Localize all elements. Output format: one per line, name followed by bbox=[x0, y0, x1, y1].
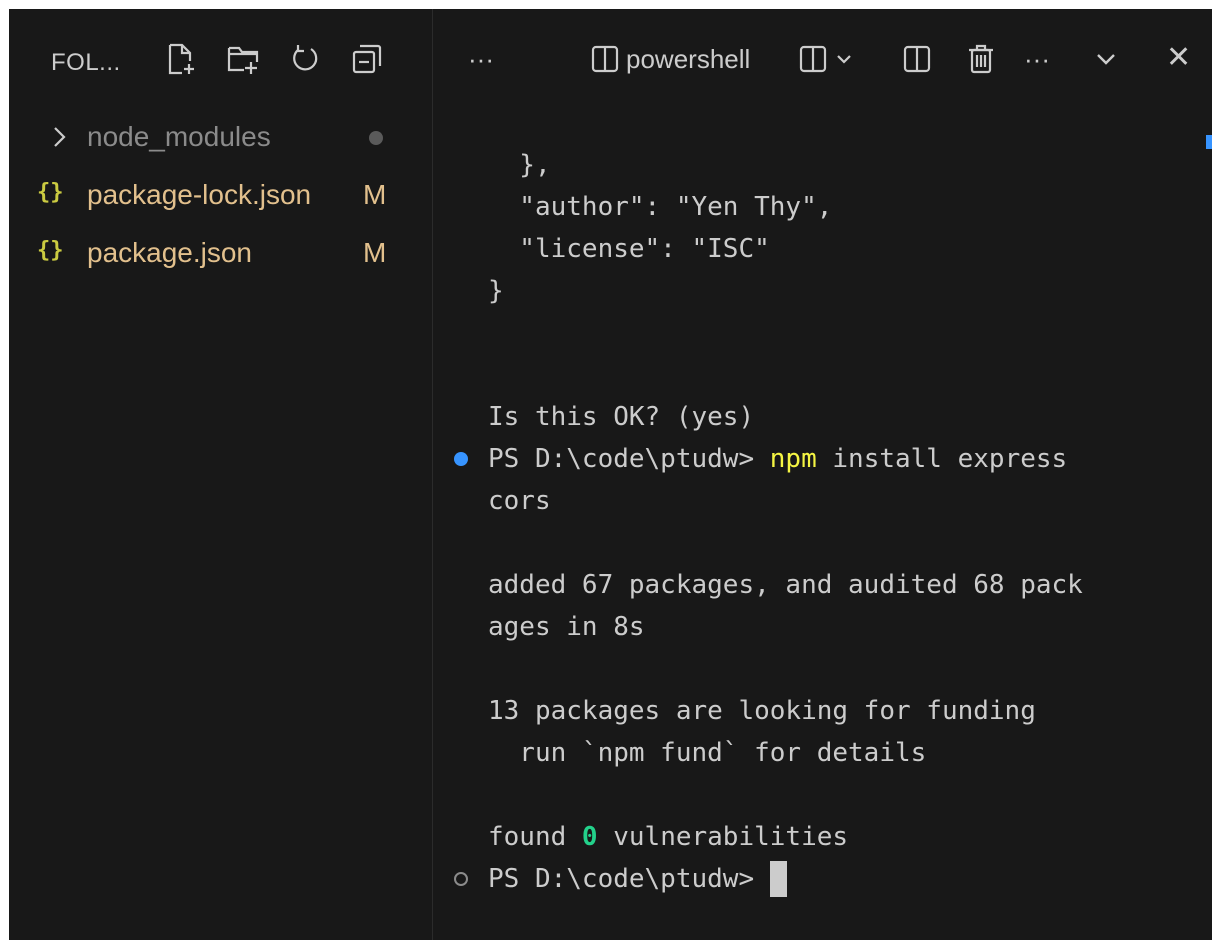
terminal-cursor bbox=[769, 861, 787, 897]
tree-item-package-json[interactable]: {} package.json M bbox=[9, 225, 433, 283]
terminal-line: cors bbox=[488, 486, 551, 516]
command-name: npm bbox=[769, 444, 817, 474]
tree-item-label: package-lock.json bbox=[87, 179, 312, 210]
split-editor-icon bbox=[903, 45, 931, 73]
command-success-dot-icon[interactable] bbox=[454, 452, 468, 466]
more-actions-icon: ··· bbox=[1024, 43, 1050, 74]
terminal-line: run `npm fund` for details bbox=[488, 738, 927, 768]
left-border bbox=[0, 0, 9, 940]
terminal-split-view-icon bbox=[591, 45, 619, 73]
maximize-panel-button[interactable] bbox=[1094, 39, 1118, 79]
file-tree: node_modules {} package-lock.json M {} p… bbox=[9, 109, 433, 283]
explorer-header: FOL... bbox=[9, 9, 433, 105]
found-text: found bbox=[488, 822, 582, 852]
terminal-line: ages in 8s bbox=[488, 612, 645, 642]
terminal-line: Is this OK? (yes) bbox=[488, 402, 755, 432]
command-pending-dot-icon[interactable] bbox=[454, 872, 468, 886]
panel-toolbar: ··· powershell ··· ✕ bbox=[434, 9, 1212, 105]
ignored-dot-icon bbox=[369, 131, 383, 145]
split-terminal-dropdown[interactable] bbox=[798, 39, 854, 79]
panel-more-actions-button[interactable]: ··· bbox=[1024, 39, 1050, 79]
terminal-command-line: PS D:\code\ptudw> npm install express bbox=[488, 441, 1067, 477]
refresh-button[interactable] bbox=[283, 37, 327, 81]
terminal-prompt-line: PS D:\code\ptudw> bbox=[488, 861, 787, 897]
close-panel-button[interactable]: ✕ bbox=[1166, 37, 1191, 77]
chevron-down-icon bbox=[837, 55, 851, 64]
split-terminal-icon bbox=[799, 45, 827, 73]
modified-badge: M bbox=[363, 237, 387, 268]
command-args: install express bbox=[816, 444, 1068, 474]
panel-more-button[interactable]: ··· bbox=[468, 39, 494, 79]
prompt-text: PS D:\code\ptudw> bbox=[488, 864, 770, 894]
tree-item-package-lock-json[interactable]: {} package-lock.json M bbox=[9, 167, 433, 225]
terminal-panel: ··· powershell ··· ✕}, "author": "Yen T… bbox=[434, 9, 1212, 940]
terminal-line: "author": "Yen Thy", bbox=[488, 192, 833, 222]
terminal-vulnerabilities-line: found 0 vulnerabilities bbox=[488, 819, 848, 855]
json-file-icon: {} bbox=[37, 180, 64, 205]
terminal-line: } bbox=[488, 276, 504, 306]
vulnerability-count: 0 bbox=[581, 822, 598, 852]
kill-terminal-button[interactable] bbox=[966, 39, 996, 79]
terminal-name: powershell bbox=[626, 43, 751, 74]
new-folder-icon bbox=[227, 46, 259, 74]
explorer-sidebar: FOL... node_modules {} package-lock.json… bbox=[9, 9, 433, 940]
terminal-output[interactable]: }, "author": "Yen Thy", "license": "ISC"… bbox=[434, 105, 1212, 940]
chevron-down-icon bbox=[1097, 54, 1115, 65]
terminal-line: added 67 packages, and audited 68 pack bbox=[488, 570, 1083, 600]
terminal-tab-powershell[interactable]: powershell bbox=[590, 39, 750, 79]
explorer-actions bbox=[159, 37, 389, 81]
terminal-line: }, bbox=[488, 150, 551, 180]
top-border bbox=[0, 0, 1212, 9]
more-actions-icon: ··· bbox=[468, 43, 494, 74]
terminal-line: "license": "ISC" bbox=[488, 234, 770, 264]
terminal-line: 13 packages are looking for funding bbox=[488, 696, 1036, 726]
explorer-title[interactable]: FOL... bbox=[51, 49, 121, 77]
vulnerabilities-text: vulnerabilities bbox=[597, 822, 849, 852]
tree-item-label: package.json bbox=[87, 237, 253, 268]
new-file-button[interactable] bbox=[159, 37, 203, 81]
vscode-window: FOL... node_modules {} package-lock.json… bbox=[0, 0, 1212, 940]
close-icon: ✕ bbox=[1166, 40, 1192, 74]
modified-badge: M bbox=[363, 179, 387, 210]
scrollbar-marker bbox=[1206, 135, 1212, 149]
chevron-right-icon bbox=[54, 127, 66, 147]
collapse-all-icon bbox=[352, 44, 382, 74]
new-folder-button[interactable] bbox=[221, 37, 265, 81]
json-file-icon: {} bbox=[37, 238, 64, 263]
tree-item-label: node_modules bbox=[87, 121, 271, 152]
new-file-icon bbox=[168, 43, 194, 75]
prompt-text: PS D:\code\ptudw> bbox=[488, 444, 770, 474]
refresh-icon bbox=[293, 45, 318, 71]
trash-icon bbox=[969, 44, 993, 74]
tree-item-node-modules[interactable]: node_modules bbox=[9, 109, 433, 167]
collapse-all-button[interactable] bbox=[345, 37, 389, 81]
split-editor-button[interactable] bbox=[902, 39, 932, 79]
